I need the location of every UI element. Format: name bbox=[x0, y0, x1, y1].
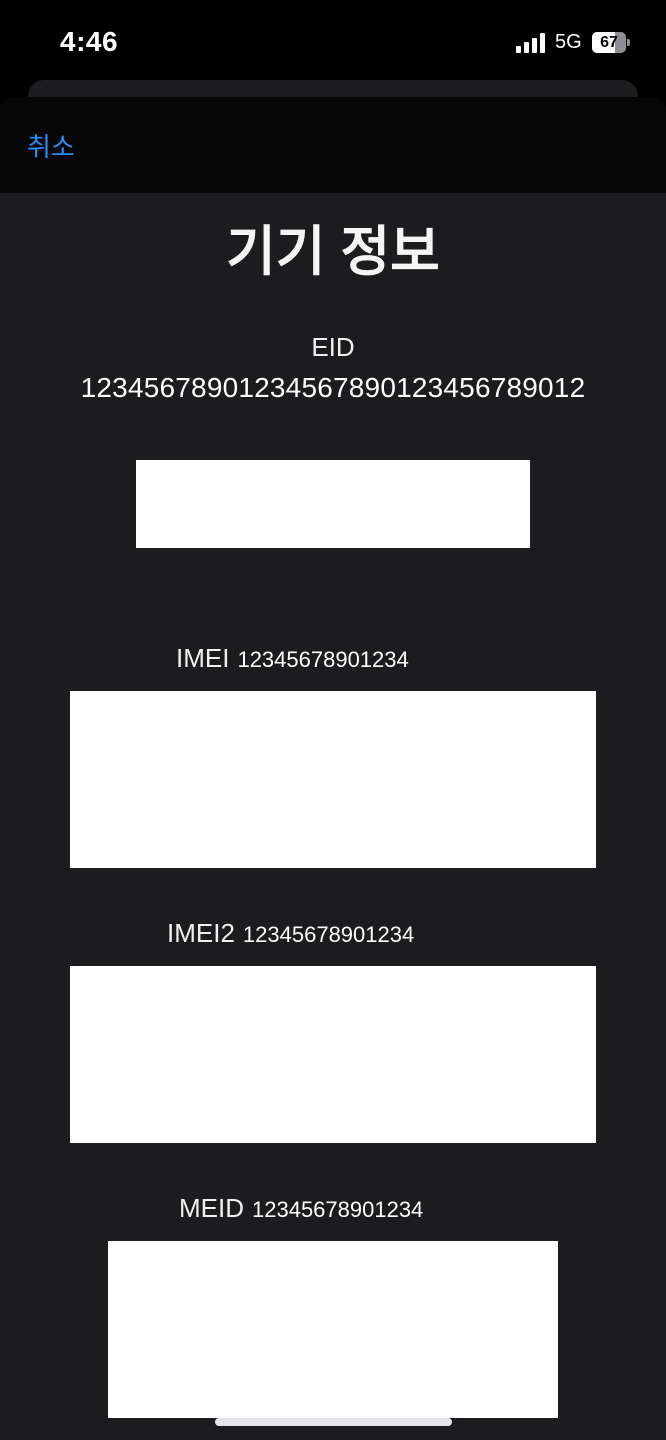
sheet-nav-bar: 취소 bbox=[0, 97, 666, 193]
imei2-barcode bbox=[70, 966, 596, 1143]
meid-barcode bbox=[108, 1241, 558, 1418]
battery-icon: 67 bbox=[592, 32, 630, 53]
imei-barcode bbox=[70, 691, 596, 868]
imei2-label: IMEI2 bbox=[167, 918, 235, 948]
cellular-signal-icon bbox=[516, 33, 546, 53]
imei2-value: 12345678901234 bbox=[242, 922, 415, 947]
imei2-line: IMEI2 12345678901234 bbox=[167, 918, 414, 949]
eid-value: 12345678901234567890123456789012 bbox=[80, 372, 586, 403]
imei-line: IMEI 12345678901234 bbox=[176, 643, 409, 674]
imei-label: IMEI bbox=[176, 643, 230, 673]
eid-barcode bbox=[136, 460, 530, 548]
battery-percent: 67 bbox=[600, 34, 618, 51]
device-info-sheet: 취소 기기 정보 EID 123456789012345678901234567… bbox=[0, 97, 666, 1440]
screen: 4:46 5G 67 취소 기기 정보 EID 1234567890123456… bbox=[0, 0, 666, 1440]
page-title: 기기 정보 bbox=[226, 222, 440, 282]
status-time: 4:46 bbox=[60, 26, 119, 57]
cancel-button[interactable]: 취소 bbox=[27, 127, 75, 164]
network-type: 5G bbox=[555, 31, 582, 53]
meid-line: MEID 12345678901234 bbox=[179, 1193, 423, 1224]
imei-value: 12345678901234 bbox=[237, 647, 409, 672]
meid-value: 12345678901234 bbox=[252, 1197, 424, 1222]
eid-label: EID bbox=[311, 332, 355, 362]
meid-label: MEID bbox=[179, 1193, 244, 1223]
home-indicator[interactable] bbox=[215, 1418, 452, 1426]
status-bar: 4:46 5G 67 bbox=[0, 0, 666, 80]
